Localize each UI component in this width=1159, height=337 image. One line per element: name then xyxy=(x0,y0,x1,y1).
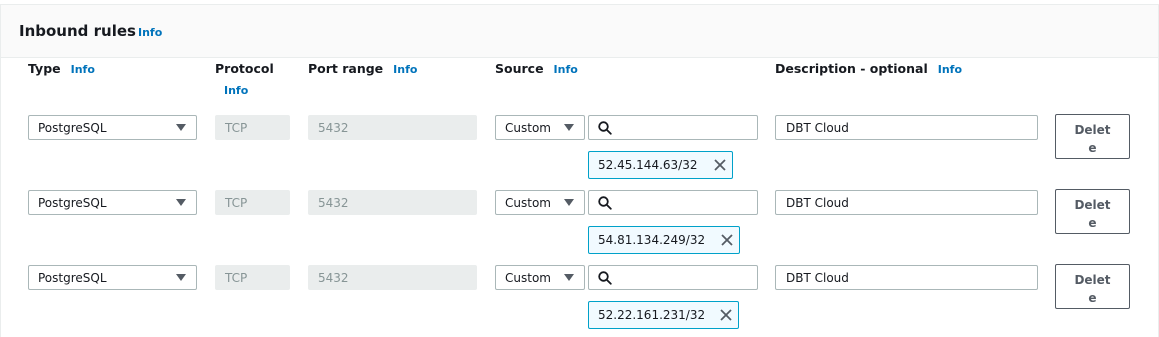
protocol-field: TCP xyxy=(215,190,290,215)
source-type-select[interactable]: Custom xyxy=(495,190,585,215)
column-header-protocol: Protocol xyxy=(215,61,274,76)
caret-down-icon xyxy=(564,124,574,131)
cidr-token: 52.45.144.63/32 xyxy=(588,151,733,179)
column-label-source: Source xyxy=(495,61,544,76)
port-range-field: 5432 xyxy=(308,190,477,215)
panel-info-link[interactable]: Info xyxy=(138,26,162,39)
cidr-token-label: 54.81.134.249/32 xyxy=(598,233,706,247)
column-header-type: Type Info xyxy=(28,61,95,76)
rule-row: PostgreSQL TCP 5432 Custom 52.22.161.231… xyxy=(0,264,1159,335)
source-type-value: Custom xyxy=(505,121,551,135)
rule-row: PostgreSQL TCP 5432 Custom 52.45.144.63/… xyxy=(0,114,1159,185)
search-icon xyxy=(598,196,612,210)
close-icon[interactable] xyxy=(719,232,735,248)
source-type-value: Custom xyxy=(505,271,551,285)
port-range-info-link[interactable]: Info xyxy=(393,63,417,76)
column-header-port-range: Port range Info xyxy=(308,61,417,76)
source-search-input[interactable] xyxy=(588,265,758,290)
cidr-token: 52.22.161.231/32 xyxy=(588,301,739,329)
panel-header: Inbound rules Info xyxy=(1,5,1158,58)
cidr-token: 54.81.134.249/32 xyxy=(588,226,740,254)
description-info-link[interactable]: Info xyxy=(938,63,962,76)
rule-row: PostgreSQL TCP 5432 Custom 54.81.134.249… xyxy=(0,189,1159,260)
source-type-value: Custom xyxy=(505,196,551,210)
column-label-protocol: Protocol xyxy=(215,61,274,76)
protocol-field: TCP xyxy=(215,265,290,290)
protocol-info-link[interactable]: Info xyxy=(224,84,248,97)
description-input[interactable]: DBT Cloud xyxy=(775,115,1038,140)
caret-down-icon xyxy=(564,199,574,206)
source-type-select[interactable]: Custom xyxy=(495,265,585,290)
type-select[interactable]: PostgreSQL xyxy=(28,115,197,140)
search-icon xyxy=(598,271,612,285)
panel-title: Inbound rules xyxy=(19,22,136,40)
close-icon[interactable] xyxy=(712,157,728,173)
port-range-field: 5432 xyxy=(308,115,477,140)
column-label-type: Type xyxy=(28,61,61,76)
description-input[interactable]: DBT Cloud xyxy=(775,265,1038,290)
column-header-source: Source Info xyxy=(495,61,578,76)
type-info-link[interactable]: Info xyxy=(71,63,95,76)
type-select[interactable]: PostgreSQL xyxy=(28,265,197,290)
type-select[interactable]: PostgreSQL xyxy=(28,190,197,215)
protocol-field: TCP xyxy=(215,115,290,140)
caret-down-icon xyxy=(176,124,186,131)
port-range-field: 5432 xyxy=(308,265,477,290)
column-label-description: Description - optional xyxy=(775,61,928,76)
caret-down-icon xyxy=(176,274,186,281)
type-select-value: PostgreSQL xyxy=(38,196,107,210)
source-type-select[interactable]: Custom xyxy=(495,115,585,140)
delete-button[interactable]: Delete xyxy=(1055,264,1130,309)
delete-button[interactable]: Delete xyxy=(1055,189,1130,234)
column-label-port-range: Port range xyxy=(308,61,384,76)
type-select-value: PostgreSQL xyxy=(38,271,107,285)
source-search-input[interactable] xyxy=(588,190,758,215)
cidr-token-label: 52.22.161.231/32 xyxy=(598,308,706,322)
search-icon xyxy=(598,121,612,135)
caret-down-icon xyxy=(176,199,186,206)
source-info-link[interactable]: Info xyxy=(554,63,578,76)
type-select-value: PostgreSQL xyxy=(38,121,107,135)
close-icon[interactable] xyxy=(718,307,734,323)
caret-down-icon xyxy=(564,274,574,281)
delete-button[interactable]: Delete xyxy=(1055,114,1130,159)
column-header-description: Description - optional Info xyxy=(775,61,962,76)
source-search-input[interactable] xyxy=(588,115,758,140)
description-input[interactable]: DBT Cloud xyxy=(775,190,1038,215)
cidr-token-label: 52.45.144.63/32 xyxy=(598,158,698,172)
